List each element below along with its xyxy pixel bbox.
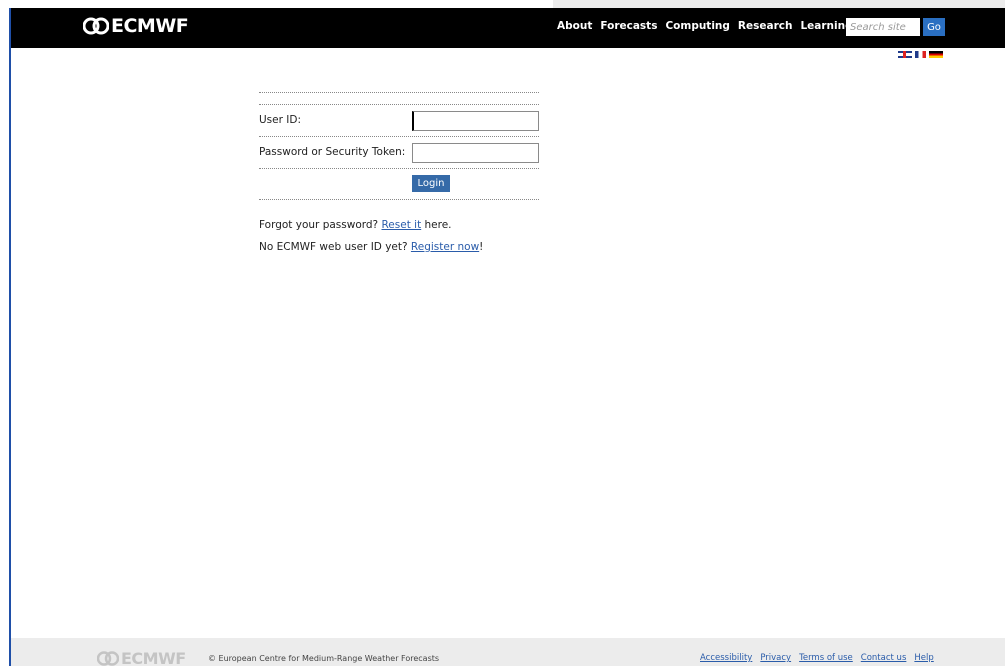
nav-about[interactable]: About bbox=[557, 20, 592, 32]
ecmwf-logo[interactable]: ECMWF bbox=[83, 14, 189, 38]
register-line: No ECMWF web user ID yet? Register now! bbox=[259, 241, 483, 253]
logo-text: ECMWF bbox=[111, 15, 189, 37]
nav-computing[interactable]: Computing bbox=[665, 20, 729, 32]
left-border bbox=[9, 8, 11, 666]
register-link[interactable]: Register now bbox=[411, 241, 479, 253]
divider bbox=[259, 92, 539, 93]
search-go-button[interactable]: Go bbox=[923, 18, 945, 36]
forgot-text: Forgot your password? bbox=[259, 219, 382, 231]
nav-forecasts[interactable]: Forecasts bbox=[600, 20, 657, 32]
password-field[interactable] bbox=[412, 143, 539, 163]
divider bbox=[259, 104, 539, 105]
register-text: No ECMWF web user ID yet? bbox=[259, 241, 411, 253]
site-footer: ECMWF © European Centre for Medium-Range… bbox=[11, 638, 1005, 668]
fr-flag-icon[interactable] bbox=[915, 51, 926, 58]
top-strip bbox=[553, 0, 1005, 8]
main-nav: About Forecasts Computing Research Learn… bbox=[557, 20, 853, 32]
footer-logo-text: ECMWF bbox=[121, 649, 186, 668]
language-selector bbox=[898, 51, 943, 58]
nav-learning[interactable]: Learning bbox=[800, 20, 852, 32]
footer-link-help[interactable]: Help bbox=[914, 653, 933, 663]
forgot-suffix: here. bbox=[421, 219, 452, 231]
footer-link-accessibility[interactable]: Accessibility bbox=[700, 653, 752, 663]
user-id-field[interactable] bbox=[412, 111, 539, 131]
register-suffix: ! bbox=[479, 241, 484, 253]
divider bbox=[259, 199, 539, 200]
footer-logo[interactable]: ECMWF bbox=[97, 649, 186, 668]
copyright-text: © European Centre for Medium-Range Weath… bbox=[208, 654, 440, 663]
footer-link-privacy[interactable]: Privacy bbox=[760, 653, 791, 663]
search-input[interactable] bbox=[846, 18, 920, 36]
divider bbox=[259, 168, 539, 169]
forgot-password-line: Forgot your password? Reset it here. bbox=[259, 219, 483, 231]
password-label: Password or Security Token: bbox=[259, 146, 406, 158]
ecmwf-logo-icon bbox=[83, 17, 109, 35]
login-button[interactable]: Login bbox=[412, 175, 450, 192]
footer-logo-icon bbox=[97, 651, 119, 666]
user-id-label: User ID: bbox=[259, 114, 301, 126]
de-flag-icon[interactable] bbox=[929, 51, 943, 58]
footer-link-terms[interactable]: Terms of use bbox=[799, 653, 853, 663]
uk-flag-icon[interactable] bbox=[898, 51, 912, 58]
nav-research[interactable]: Research bbox=[738, 20, 793, 32]
reset-password-link[interactable]: Reset it bbox=[381, 219, 421, 231]
footer-link-contact[interactable]: Contact us bbox=[861, 653, 907, 663]
site-header: ECMWF About Forecasts Computing Research… bbox=[11, 8, 1005, 48]
divider bbox=[259, 136, 539, 137]
help-links: Forgot your password? Reset it here. No … bbox=[259, 219, 483, 263]
footer-links: Accessibility Privacy Terms of use Conta… bbox=[700, 653, 934, 663]
